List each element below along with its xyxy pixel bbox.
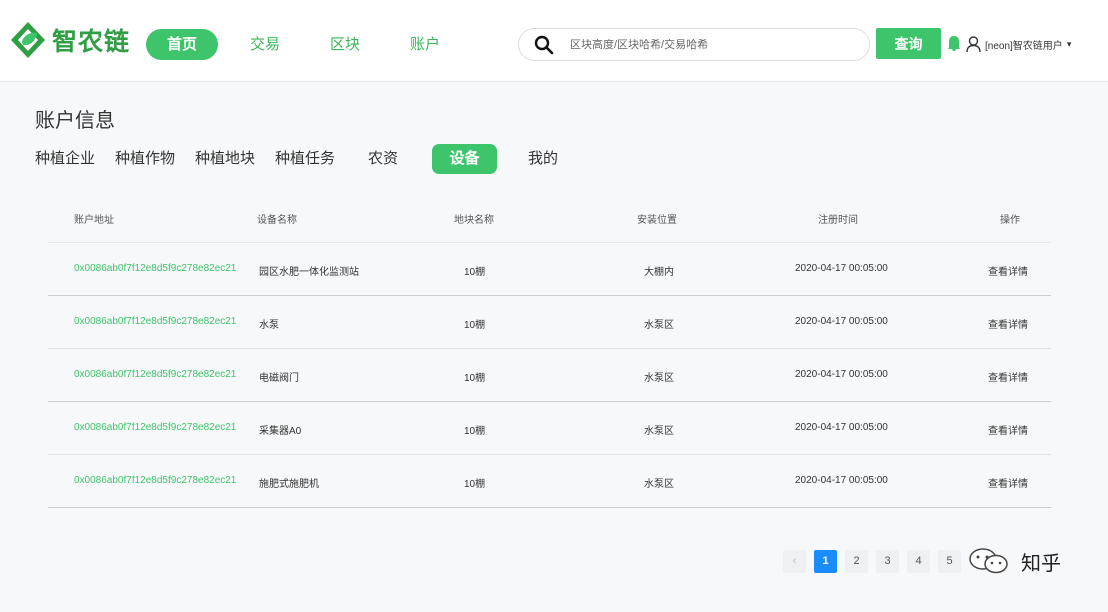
- table-row: 0x0086ab0f7f12e8d5f9c278e82ec21 采集器A0 10…: [48, 402, 1051, 455]
- page-button-1[interactable]: 1: [814, 550, 837, 573]
- prev-page-button[interactable]: ‹: [783, 550, 806, 573]
- page-title: 账户信息: [35, 110, 115, 132]
- logo[interactable]: 智农链: [8, 18, 130, 62]
- plot-name: 10棚: [464, 479, 486, 490]
- plot-name: 10棚: [464, 320, 486, 331]
- user-menu[interactable]: [neon]智农链用户 ▾: [966, 35, 1071, 53]
- table-row: 0x0086ab0f7f12e8d5f9c278e82ec21 施肥式施肥机 1…: [48, 455, 1051, 508]
- search-box: [518, 28, 870, 61]
- search-icon: [534, 35, 554, 54]
- page-button-2[interactable]: 2: [845, 550, 868, 573]
- tab-planting-task[interactable]: 种植任务: [275, 144, 335, 174]
- view-details-link[interactable]: 查看详情: [988, 422, 1028, 437]
- account-address-link[interactable]: 0x0086ab0f7f12e8d5f9c278e82ec21: [74, 369, 236, 380]
- register-time: 2020-04-17 00:05:00: [795, 422, 888, 433]
- view-details-link[interactable]: 查看详情: [988, 369, 1028, 384]
- col-register-time: 注册时间: [818, 215, 858, 226]
- page-button-5[interactable]: 5: [938, 550, 961, 573]
- nav-account[interactable]: 账户: [392, 29, 458, 60]
- tab-planting-crop[interactable]: 种植作物: [115, 144, 175, 174]
- register-time: 2020-04-17 00:05:00: [795, 263, 888, 274]
- logo-text: 智农链: [52, 28, 131, 56]
- watermark-text: 知乎: [1021, 552, 1061, 575]
- device-name: 施肥式施肥机: [259, 479, 319, 490]
- account-address-link[interactable]: 0x0086ab0f7f12e8d5f9c278e82ec21: [74, 316, 236, 327]
- view-details-link[interactable]: 查看详情: [988, 316, 1028, 331]
- bell-icon[interactable]: [948, 36, 960, 51]
- register-time: 2020-04-17 00:05:00: [795, 475, 888, 486]
- plot-name: 10棚: [464, 267, 486, 278]
- col-device-name: 设备名称: [257, 215, 297, 226]
- account-address-link[interactable]: 0x0086ab0f7f12e8d5f9c278e82ec21: [74, 263, 236, 274]
- account-address-link[interactable]: 0x0086ab0f7f12e8d5f9c278e82ec21: [74, 475, 236, 486]
- top-header: 智农链 首页 交易 区块 账户 查询 [neon]智农链用户 ▾: [0, 0, 1108, 82]
- table-row: 0x0086ab0f7f12e8d5f9c278e82ec21 电磁阀门 10棚…: [48, 349, 1051, 402]
- tab-planting-enterprise[interactable]: 种植企业: [35, 144, 95, 174]
- col-operation: 操作: [1000, 215, 1020, 226]
- install-location: 水泵区: [644, 373, 674, 384]
- chevron-down-icon: ▾: [1066, 38, 1072, 49]
- page-button-4[interactable]: 4: [907, 550, 930, 573]
- install-location: 大棚内: [644, 267, 674, 278]
- col-plot-name: 地块名称: [454, 215, 494, 226]
- nav-block[interactable]: 区块: [312, 29, 378, 60]
- device-name: 电磁阀门: [259, 373, 299, 384]
- table-header: 账户地址 设备名称 地块名称 安装位置 注册时间 操作: [48, 194, 1051, 243]
- table-row: 0x0086ab0f7f12e8d5f9c278e82ec21 园区水肥一体化监…: [48, 243, 1051, 296]
- device-name: 园区水肥一体化监测站: [259, 267, 359, 278]
- tab-equipment[interactable]: 设备: [432, 144, 497, 174]
- device-name: 水泵: [259, 320, 279, 331]
- search-input[interactable]: [570, 38, 860, 51]
- watermark: 知乎: [967, 546, 1061, 576]
- main-nav: 首页 交易 区块 账户: [146, 29, 472, 60]
- query-button[interactable]: 查询: [876, 28, 941, 59]
- install-location: 水泵区: [644, 479, 674, 490]
- equipment-table: 账户地址 设备名称 地块名称 安装位置 注册时间 操作 0x0086ab0f7f…: [48, 194, 1051, 508]
- register-time: 2020-04-17 00:05:00: [795, 369, 888, 380]
- view-details-link[interactable]: 查看详情: [988, 263, 1028, 278]
- col-account-address: 账户地址: [74, 215, 114, 226]
- table-row: 0x0086ab0f7f12e8d5f9c278e82ec21 水泵 10棚 水…: [48, 296, 1051, 349]
- device-name: 采集器A0: [259, 426, 302, 437]
- page-button-3[interactable]: 3: [876, 550, 899, 573]
- pagination: ‹ 1 2 3 4 5: [783, 550, 969, 573]
- plot-name: 10棚: [464, 373, 486, 384]
- plot-name: 10棚: [464, 426, 486, 437]
- register-time: 2020-04-17 00:05:00: [795, 316, 888, 327]
- install-location: 水泵区: [644, 426, 674, 437]
- nav-trade[interactable]: 交易: [232, 29, 298, 60]
- leaf-logo-icon: [11, 22, 45, 58]
- tab-planting-plot[interactable]: 种植地块: [195, 144, 255, 174]
- user-name: [neon]智农链用户: [985, 40, 1063, 52]
- tab-mine[interactable]: 我的: [528, 144, 558, 174]
- nav-home[interactable]: 首页: [146, 29, 219, 60]
- user-icon: [966, 36, 981, 52]
- col-install-location: 安装位置: [637, 215, 677, 226]
- view-details-link[interactable]: 查看详情: [988, 475, 1028, 490]
- install-location: 水泵区: [644, 320, 674, 331]
- tab-agri-supplies[interactable]: 农资: [368, 144, 398, 174]
- wechat-icon: [969, 548, 1008, 574]
- account-address-link[interactable]: 0x0086ab0f7f12e8d5f9c278e82ec21: [74, 422, 236, 433]
